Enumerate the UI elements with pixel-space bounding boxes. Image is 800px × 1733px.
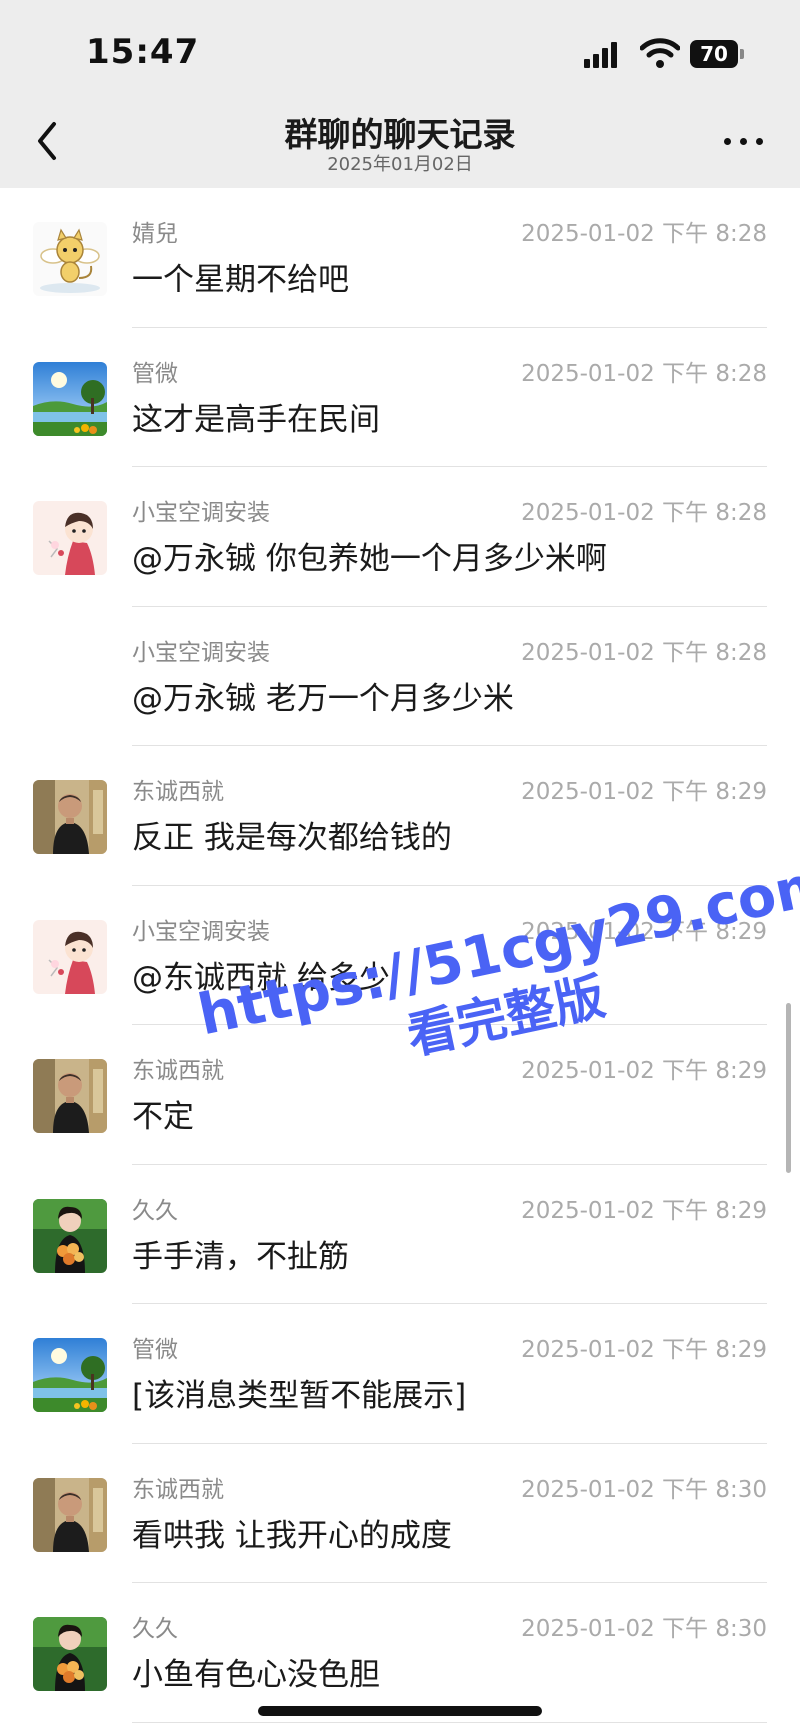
message-item[interactable]: 婧兒 2025-01-02 下午 8:28 一个星期不给吧 [0,188,800,328]
message-timestamp: 2025-01-02 下午 8:28 [521,639,767,666]
message-sender: 小宝空调安装 [132,918,270,945]
message-sender: 小宝空调安装 [132,500,270,526]
message-item[interactable]: 管微 2025-01-02 下午 8:29 [该消息类型暂不能展示] [0,1304,800,1444]
message-text: 手手清，不扯筋 [132,1238,349,1275]
landscape-avatar[interactable] [33,1338,107,1412]
page-subtitle-date: 2025年01月02日 [327,154,473,175]
message-item[interactable]: 东诚西就 2025-01-02 下午 8:29 反正 我是每次都给钱的 [0,746,800,886]
message-text: 这才是高手在民间 [132,401,380,438]
message-item[interactable]: 东诚西就 2025-01-02 下午 8:30 看哄我 让我开心的成度 [0,1444,800,1583]
message-text: 小鱼有色心没色胆 [132,1657,380,1693]
flowers-avatar[interactable] [33,1617,107,1691]
page-title: 群聊的聊天记录 [284,115,516,154]
message-timestamp: 2025-01-02 下午 8:29 [521,1058,767,1084]
message-item[interactable]: 东诚西就 2025-01-02 下午 8:29 不定 [0,1025,800,1165]
message-text: @万永铖 老万一个月多少米 [132,680,514,717]
scrollbar[interactable] [786,1003,791,1173]
message-timestamp: 2025-01-02 下午 8:29 [521,1197,767,1224]
message-sender: 久久 [132,1616,178,1642]
man-photo-avatar[interactable] [33,780,107,854]
flowers-avatar[interactable] [33,1198,107,1273]
message-item[interactable]: 小宝空调安装 2025-01-02 下午 8:28 @万永铖 你包养她一个月多少米啊 [0,467,800,607]
message-timestamp: 2025-01-02 下午 8:29 [521,918,767,945]
message-text: @东诚西就 给多少 [132,959,390,996]
battery-icon: 70 [690,40,738,68]
wifi-icon [640,38,680,68]
message-item[interactable]: 小宝空调安装 2025-01-02 下午 8:29 @东诚西就 给多少 [0,886,800,1025]
more-options-icon[interactable] [720,128,770,158]
message-timestamp: 2025-01-02 下午 8:28 [521,500,767,526]
message-text: @万永铖 你包养她一个月多少米啊 [132,541,607,577]
message-item[interactable]: 管微 2025-01-02 下午 8:28 这才是高手在民间 [0,328,800,467]
message-timestamp: 2025-01-02 下午 8:28 [521,221,767,247]
cartoon-kid-avatar[interactable] [33,919,107,994]
message-timestamp: 2025-01-02 下午 8:29 [521,779,767,805]
landscape-avatar[interactable] [33,361,107,436]
nav-header: 15:47 70 群聊的聊天记录 2025年01月02日 [0,0,800,188]
status-time: 15:47 [86,32,200,72]
message-item[interactable]: 小宝空调安装 2025-01-02 下午 8:28 @万永铖 老万一个月多少米 [0,607,800,746]
message-sender: 管微 [132,1337,178,1363]
message-timestamp: 2025-01-02 下午 8:28 [521,360,767,387]
message-text: 看哄我 让我开心的成度 [132,1517,452,1554]
message-sender: 小宝空调安装 [132,639,270,666]
message-timestamp: 2025-01-02 下午 8:29 [521,1337,767,1363]
battery-nub [740,49,744,59]
message-timestamp: 2025-01-02 下午 8:30 [521,1616,767,1642]
message-sender: 管微 [132,360,178,387]
man-photo-avatar[interactable] [33,1477,107,1552]
message-text: 不定 [132,1099,194,1135]
message-item[interactable]: 久久 2025-01-02 下午 8:30 小鱼有色心没色胆 [0,1583,800,1723]
message-text: [该消息类型暂不能展示] [132,1378,467,1414]
angel-avatar[interactable] [33,222,107,296]
message-item[interactable]: 久久 2025-01-02 下午 8:29 手手清，不扯筋 [0,1165,800,1304]
signal-icon [584,40,626,68]
message-sender: 婧兒 [132,221,178,247]
message-text: 一个星期不给吧 [132,262,349,298]
cartoon-kid-avatar[interactable] [33,501,107,575]
man-photo-avatar[interactable] [33,1059,107,1133]
divider [132,1721,767,1723]
message-list: 婧兒 2025-01-02 下午 8:28 一个星期不给吧管微 2025-01-02 … [0,188,800,1723]
message-text: 反正 我是每次都给钱的 [132,820,452,856]
home-indicator[interactable] [258,1706,542,1716]
message-sender: 东诚西就 [132,1476,224,1503]
message-sender: 东诚西就 [132,779,224,805]
message-sender: 久久 [132,1197,178,1224]
message-timestamp: 2025-01-02 下午 8:30 [521,1476,767,1503]
message-sender: 东诚西就 [132,1058,224,1084]
